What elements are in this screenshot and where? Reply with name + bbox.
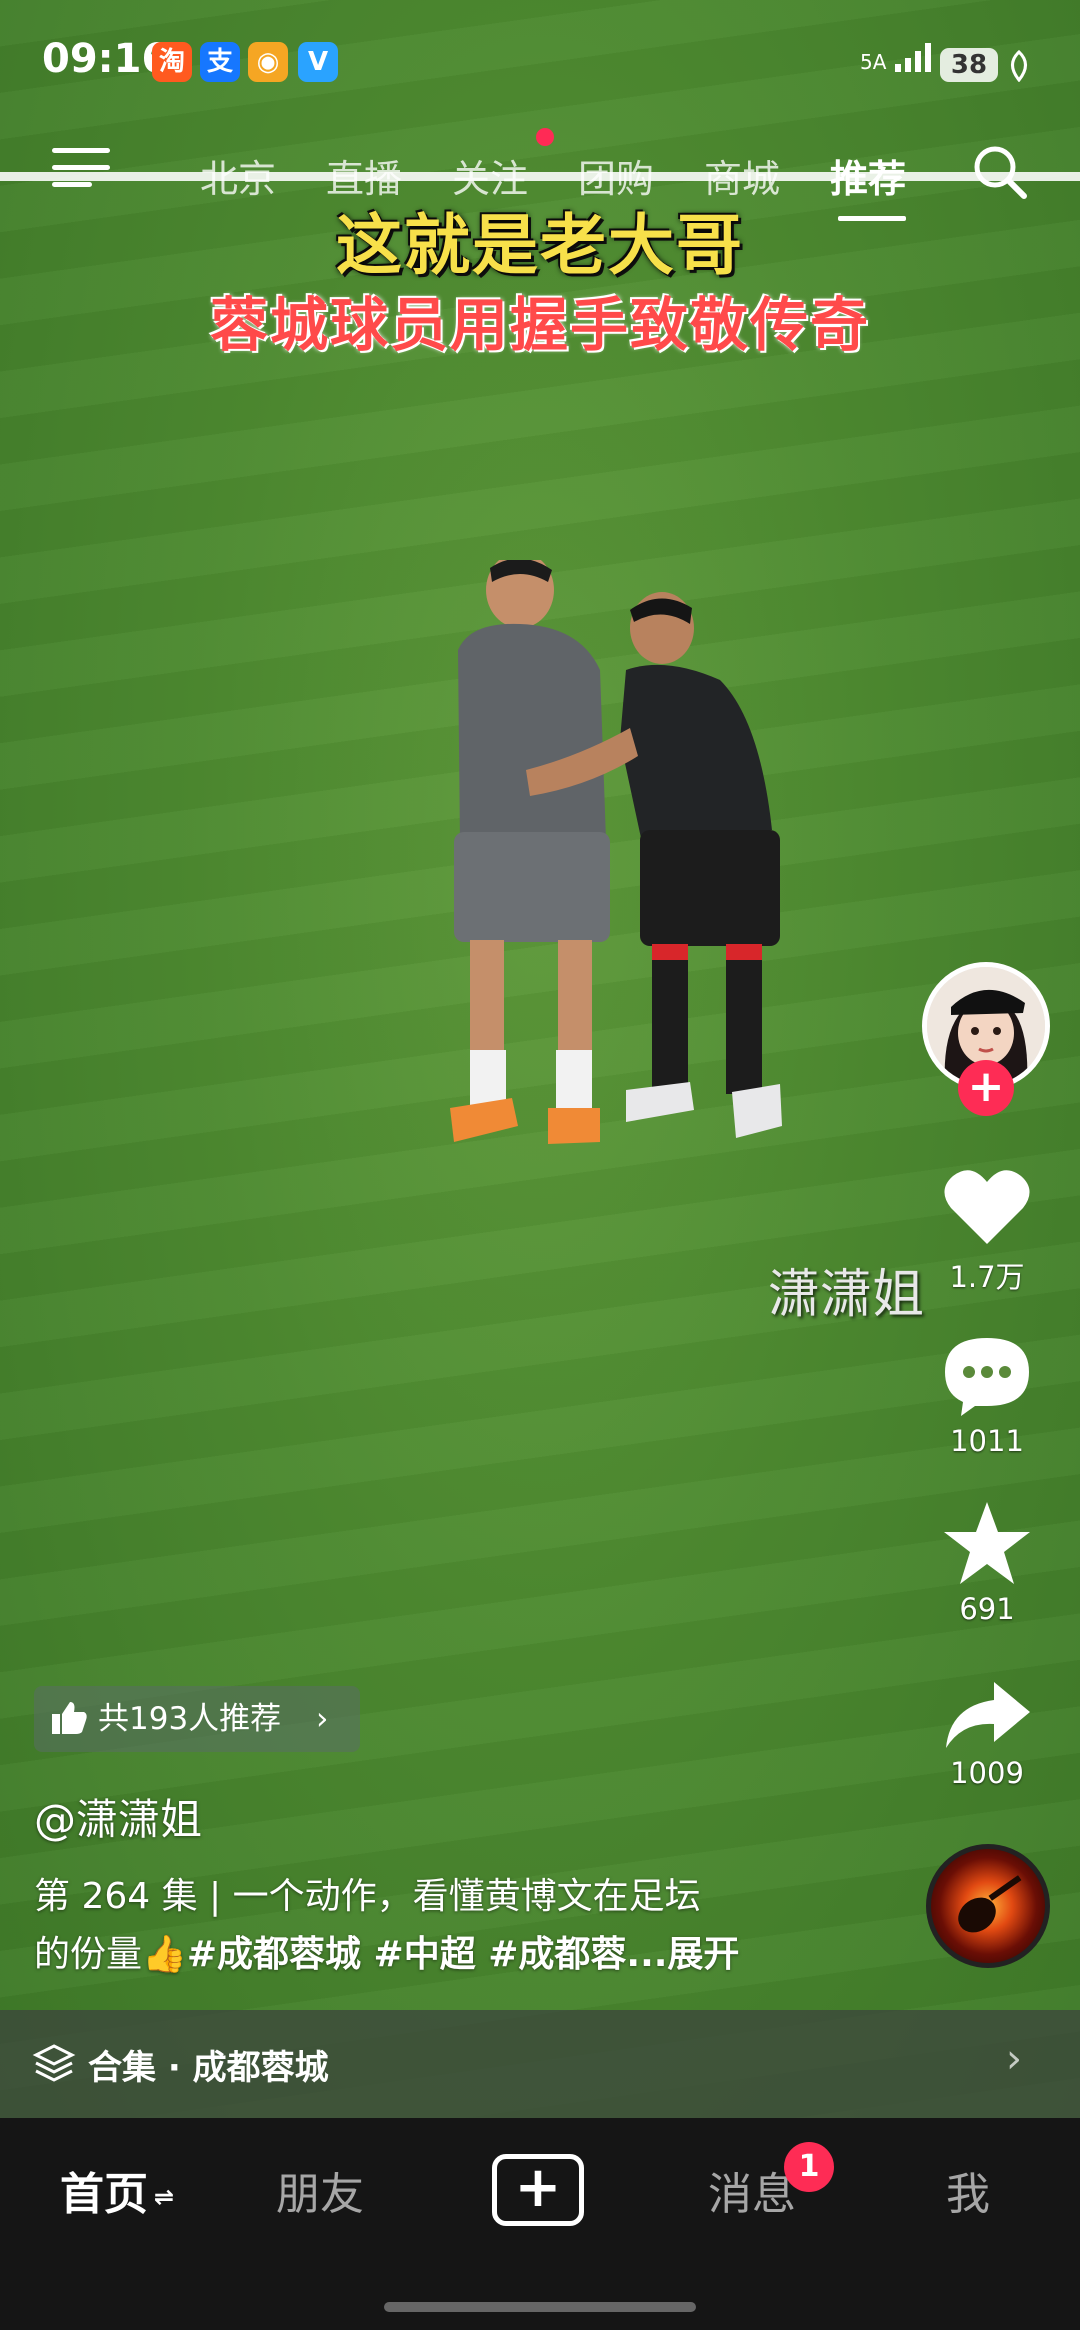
comment-icon (945, 1338, 1029, 1416)
network-type: 5A (860, 50, 887, 74)
share-count: 1009 (950, 1756, 1024, 1790)
description-line1: 第 264 集 | 一个动作，看懂黄博文在足坛 (34, 1876, 701, 1917)
thumbs-up-icon (52, 1702, 87, 1734)
active-tab-underline (838, 216, 906, 221)
battery-indicator: 38 (940, 48, 998, 82)
leaf-icon (1011, 50, 1027, 82)
swap-icon: ⇌ (154, 2183, 175, 2211)
comment-action[interactable]: 1011 (930, 1334, 1044, 1458)
favorite-action[interactable]: 691 (930, 1500, 1044, 1626)
heart-icon (944, 1170, 1030, 1244)
players-illustration (450, 560, 782, 1144)
layers-icon (32, 2044, 76, 2082)
tab-following[interactable]: 关注 (452, 148, 528, 203)
description-text: 的份量 (34, 1934, 143, 1975)
network-indicator: 5A (860, 40, 937, 74)
bottom-nav: 首页 ⇌ 朋友 + 消息 1 我 (0, 2118, 1080, 2330)
share-action[interactable]: 1009 (930, 1680, 1044, 1790)
messages-badge: 1 (784, 2142, 834, 2192)
video-caption-title: 这就是老大哥 (336, 207, 744, 284)
video-watermark: 潇潇姐 (768, 1265, 925, 1325)
tab-beijing[interactable]: 北京 (200, 148, 276, 203)
expand-link[interactable]: ...展开 (626, 1934, 739, 1975)
thumbs-emoji: 👍 (142, 1934, 187, 1975)
alipay-icon: 支 (200, 42, 240, 82)
follow-button[interactable]: + (958, 1060, 1014, 1116)
hashtags[interactable]: #成都蓉城 #中超 #成都蓉 (187, 1934, 627, 1975)
comment-count: 1011 (950, 1424, 1024, 1458)
video-description: 第 264 集 | 一个动作，看懂黄博文在足坛 的份量👍#成都蓉城 #中超 #成… (34, 1868, 814, 1984)
menu-icon[interactable] (52, 148, 110, 192)
home-indicator (384, 2302, 696, 2312)
nav-me[interactable]: 我 (946, 2158, 990, 2222)
recommend-count-text: 共193人推荐 (98, 1701, 282, 1737)
tab-group-buy[interactable]: 团购 (578, 148, 654, 203)
description-line2: 的份量👍#成都蓉城 #中超 #成都蓉...展开 (34, 1926, 814, 1984)
collection-label: 合集 · 成都蓉城 (88, 2048, 329, 2088)
share-icon (946, 1682, 1030, 1748)
status-time: 09:16 (42, 36, 170, 82)
nav-messages[interactable]: 消息 (708, 2158, 796, 2222)
weibo-icon: ◉ (248, 42, 288, 82)
pitch-line (0, 172, 1080, 181)
guitar-icon (958, 1875, 1022, 1933)
following-notification-dot (536, 128, 554, 146)
favorite-count: 691 (959, 1592, 1015, 1626)
author-handle[interactable]: @潇潇姐 (34, 1786, 202, 1847)
video-caption-subtitle: 蓉城球员用握手致敬传奇 (209, 291, 870, 359)
nav-home[interactable]: 首页 ⇌ (60, 2158, 174, 2222)
add-video-button[interactable]: + (492, 2154, 584, 2226)
nav-home-label: 首页 (60, 2169, 148, 2220)
like-action[interactable]: 1.7万 (930, 1166, 1044, 1296)
search-icon[interactable] (970, 142, 1030, 202)
tab-live[interactable]: 直播 (326, 148, 402, 203)
signal-icon (894, 43, 931, 72)
collection-bar[interactable]: 合集 · 成都蓉城 › (0, 2010, 1080, 2118)
app-screen: 这就是老大哥 蓉城球员用握手致敬传奇 潇潇姐 09:16 淘 支 ◉ V 5A … (0, 0, 1080, 2330)
nav-friends[interactable]: 朋友 (276, 2158, 364, 2222)
tab-recommend[interactable]: 推荐 (830, 148, 906, 203)
like-count: 1.7万 (949, 1260, 1025, 1294)
taobao-icon: 淘 (152, 42, 192, 82)
recommend-chip[interactable]: 共193人推荐 › (34, 1686, 360, 1752)
tab-mall[interactable]: 商城 (704, 148, 780, 203)
chevron-right-icon: › (1006, 2036, 1022, 2082)
chevron-right-icon: › (316, 1701, 329, 1737)
verified-app-icon: V (298, 42, 338, 82)
star-icon (944, 1502, 1030, 1584)
music-disc[interactable] (926, 1844, 1050, 1968)
status-bar: 09:16 淘 支 ◉ V 5A 38 (0, 0, 1080, 130)
